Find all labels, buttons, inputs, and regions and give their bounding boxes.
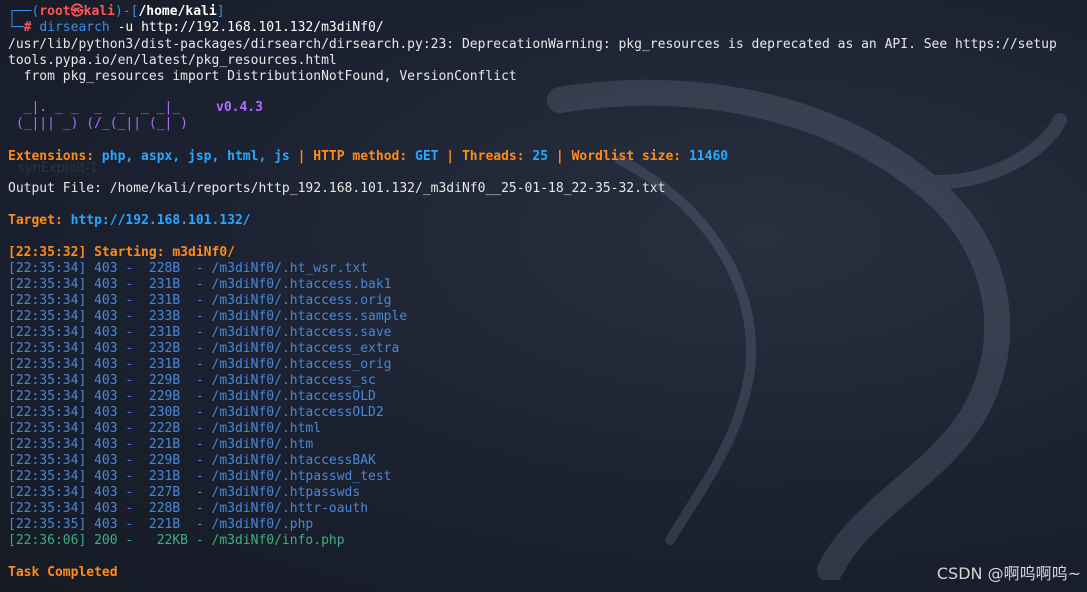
result-row: [22:35:34] 403 - 221B - /m3diNf0/.htm xyxy=(8,437,314,452)
result-row: [22:35:34] 403 - 231B - /m3diNf0/.htacce… xyxy=(8,325,392,340)
result-row: [22:35:35] 403 - 221B - /m3diNf0/.php xyxy=(8,517,314,532)
prompt-host: kali xyxy=(83,4,115,19)
prompt-mid: )-[ xyxy=(114,4,139,19)
banner-version: v0.4.3 xyxy=(216,100,263,115)
result-row: [22:35:34] 403 - 231B - /m3diNf0/.htacce… xyxy=(8,277,392,292)
result-row: [22:35:34] 403 - 228B - /m3diNf0/.ht_wsr… xyxy=(8,261,369,276)
warning-line-2: tools.pypa.io/en/latest/pkg_resources.ht… xyxy=(8,53,337,68)
result-row: [22:35:34] 403 - 231B - /m3diNf0/.htacce… xyxy=(8,357,392,372)
result-row: [22:35:34] 403 - 222B - /m3diNf0/.html xyxy=(8,421,322,436)
prompt-hash: # xyxy=(23,20,32,35)
csdn-watermark: CSDN @啊呜啊呜~ xyxy=(936,564,1081,583)
wordlist-value: 11460 xyxy=(688,149,729,164)
target-label: Target: xyxy=(8,213,71,228)
result-row: [22:35:34] 403 - 229B - /m3diNf0/.htacce… xyxy=(8,389,376,404)
warning-line-3: from pkg_resources import DistributionNo… xyxy=(8,69,517,84)
result-row: [22:35:34] 403 - 229B - /m3diNf0/.htacce… xyxy=(8,373,376,388)
prompt-path: /home/kali xyxy=(138,4,217,19)
result-row: [22:35:34] 403 - 230B - /m3diNf0/.htacce… xyxy=(8,405,384,420)
separator: | xyxy=(289,149,314,164)
ext-value: php, aspx, jsp, html, js xyxy=(101,149,290,164)
result-row: [22:35:34] 403 - 229B - /m3diNf0/.htacce… xyxy=(8,453,376,468)
separator: | xyxy=(548,149,572,164)
result-row: [22:35:34] 403 - 227B - /m3diNf0/.htpass… xyxy=(8,485,361,500)
result-row: [22:35:34] 403 - 231B - /m3diNf0/.htacce… xyxy=(8,293,392,308)
target-url: http://192.168.101.132/ xyxy=(70,213,251,228)
kali-dragon-watermark-icon xyxy=(547,79,1067,580)
prompt-at-icon: ㉿ xyxy=(70,4,84,19)
prompt-corner-top: ┌──( xyxy=(8,4,40,19)
prompt-corner-bottom: └─ xyxy=(8,20,24,35)
method-label: HTTP method: xyxy=(313,149,415,164)
warning-line-1: /usr/lib/python3/dist-packages/dirsearch… xyxy=(8,37,1057,52)
banner-art-1: _|. _ _ _ _ _ _|_ xyxy=(8,100,181,115)
terminal-window[interactable]: ┌──(root㉿kali)-[/home/kali] └─# dirsearc… xyxy=(0,0,1087,592)
threads-label: Threads: xyxy=(461,149,533,164)
output-file-line: Output File: /home/kali/reports/http_192… xyxy=(8,181,666,196)
result-row: [22:35:34] 403 - 232B - /m3diNf0/.htacce… xyxy=(8,341,400,356)
prompt-close: ] xyxy=(216,4,225,19)
target-line: Target: http://192.168.101.132/ xyxy=(8,213,251,229)
result-row: [22:35:34] 403 - 228B - /m3diNf0/.httr-o… xyxy=(8,501,369,516)
prompt-line: ┌──(root㉿kali)-[/home/kali] xyxy=(8,4,225,20)
task-completed-line: Task Completed xyxy=(8,565,118,580)
banner-art-2: (_||| _) (/_(_|| (_| ) xyxy=(8,116,189,131)
starting-line: [22:35:32] Starting: m3diNf0/ xyxy=(8,245,235,260)
command-args: -u http://192.168.101.132/m3diNf0/ xyxy=(109,20,384,35)
config-line: Extensions: php, aspx, jsp, html, js | H… xyxy=(8,149,728,165)
method-value: GET xyxy=(415,149,439,164)
result-row: [22:35:34] 403 - 233B - /m3diNf0/.htacce… xyxy=(8,309,408,324)
command-name: dirsearch xyxy=(39,20,110,35)
result-row: [22:35:34] 403 - 231B - /m3diNf0/.htpass… xyxy=(8,469,392,484)
result-row: [22:36:06] 200 - 22KB - /m3diNf0/info.ph… xyxy=(8,533,345,548)
ghost-background-text: synExploit-1 xyxy=(18,161,99,176)
separator: | xyxy=(438,149,462,164)
wordlist-label: Wordlist size: xyxy=(571,149,689,164)
prompt-user: root xyxy=(39,4,71,19)
threads-value: 25 xyxy=(532,149,549,164)
command-line[interactable]: └─# dirsearch -u http://192.168.101.132/… xyxy=(8,20,384,36)
